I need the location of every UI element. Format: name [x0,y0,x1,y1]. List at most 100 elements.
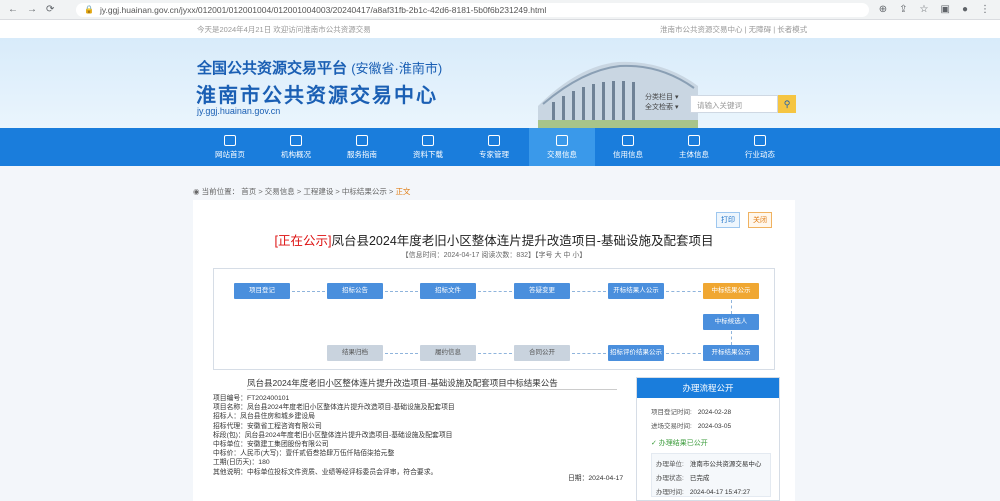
search-select-1[interactable]: 分类栏目 [645,94,673,101]
search-input[interactable]: 请输入关键词 [690,95,778,113]
credit-icon [622,135,634,146]
platform-title: 全国公共资源交易平台 (安徽省·淮南市) [197,57,442,78]
flow-step[interactable]: 开标结果人公示 [608,283,664,299]
nav-item[interactable]: 交易信息 [529,128,595,166]
flow-arrow [385,353,418,354]
profile-icon[interactable]: ● [962,4,968,15]
forward-icon[interactable]: → [27,4,37,15]
side-card-key: 办理状态: [656,475,684,482]
news-icon [754,135,766,146]
side-row-key: 项目登记时间: [651,409,692,416]
flow-step[interactable]: 招标公告 [327,283,383,299]
share-icon[interactable]: ⇪ [899,4,907,15]
breadcrumb-path[interactable]: 首页 > 交易信息 > 工程建设 > 中标结果公示 > [241,187,393,196]
side-row-value: 2024-03-05 [697,423,732,430]
nav-item[interactable]: 机构概况 [263,128,329,166]
trade-icon [556,135,568,146]
flow-step[interactable]: 合同公开 [514,345,570,361]
location-icon: ◉ [193,187,200,196]
flow-step[interactable]: 开标结果公示 [703,345,759,361]
back-icon[interactable]: ← [8,4,18,15]
flow-step[interactable]: 招标评价结果公示 [608,345,664,361]
nav-item[interactable]: 网站首页 [197,128,263,166]
search-select-2[interactable]: 全文检索 [645,104,673,111]
article-title-text: 凤台县2024年度老旧小区整体连片提升改造项目-基础设施及配套项目 [331,234,714,248]
side-row-value: 2024-02-28 [697,409,732,416]
print-button[interactable]: 打印 [716,212,740,228]
flow-arrow [292,291,325,292]
search-button[interactable]: ⚲ [778,95,796,113]
building-icon [290,135,302,146]
nav-item-label: 网站首页 [215,150,245,159]
menu-icon[interactable]: ⋮ [980,4,990,15]
side-panel-header: 办理流程公开 [637,378,779,398]
nav-item[interactable]: 主体信息 [661,128,727,166]
zoom-icon[interactable]: ⊕ [879,4,887,15]
star-icon[interactable]: ☆ [920,4,929,15]
article-tools: 打印 关闭 [716,212,772,228]
lock-icon: 🔒 [84,5,94,14]
nav-item-label: 交易信息 [547,150,577,159]
flow-arrow [478,353,512,354]
process-public-panel: 办理流程公开 项目登记时间: 2024-02-28 进场交易时间: 2024-03-… [636,377,780,501]
flow-step[interactable]: 中标候选人 [703,314,759,330]
side-status: ✓ 办理结果已公开 [651,440,708,447]
topbar-right-links[interactable]: 淮南市公共资源交易中心 | 无障碍 | 长者模式 [660,24,807,35]
article-meta: 【信息时间：2024-04-17 阅读次数：832】【字号 大 中 小】 [401,252,587,259]
search-category-select[interactable]: 分类栏目 ▾ 全文检索 ▾ [645,93,678,113]
main-nav: 网站首页 机构概况 服务指南 资料下载 专家管理 交易信息 信用信息 主体信息 行业动态 [0,128,1000,166]
flow-arrow [572,353,606,354]
side-card-key: 办理时间: [656,489,684,496]
expert-icon [488,135,500,146]
site-banner: 全国公共资源交易平台 (安徽省·淮南市) 淮南市公共资源交易中心 jy.ggj.… [0,38,1000,128]
platform-title-text: 全国公共资源交易平台 [197,60,348,77]
flow-step[interactable]: 答疑变更 [514,283,570,299]
flow-arrow [731,331,732,345]
flow-step[interactable]: 结果归档 [327,345,383,361]
publicity-status: [正在公示] [274,234,332,248]
site-topbar: 今天是2024年4月21日 欢迎访问淮南市公共资源交易 淮南市公共资源交易中心 … [0,20,1000,38]
nav-item-label: 资料下载 [413,150,443,159]
flow-step[interactable]: 项目登记 [234,283,290,299]
browser-toolbar: ← → ⟳ 🔒 jy.ggj.huainan.gov.cn/jyxx/01200… [0,0,1000,20]
nav-item[interactable]: 资料下载 [395,128,461,166]
extensions-icon[interactable]: ▣ [941,4,950,15]
close-button[interactable]: 关闭 [748,212,772,228]
nav-item[interactable]: 行业动态 [727,128,793,166]
flow-step[interactable]: 履约信息 [420,345,476,361]
side-row: 进场交易时间: 2024-03-05 [651,420,731,430]
breadcrumb: ◉ 当前位置： 首页 > 交易信息 > 工程建设 > 中标结果公示 > 正文 [193,186,410,197]
nav-item[interactable]: 信用信息 [595,128,661,166]
subject-icon [688,135,700,146]
side-card-key: 办理单位: [656,461,684,468]
flow-arrow [666,353,701,354]
nav-item-label: 行业动态 [745,150,775,159]
flow-step[interactable]: 招标文件 [420,283,476,299]
process-flowchart: 项目登记 招标公告 招标文件 答疑变更 开标结果人公示 中标结果公示 中标候选人开标结果公示… [213,268,775,370]
nav-item-label: 主体信息 [679,150,709,159]
flow-arrow [666,291,701,292]
side-card-row: 办理状态: 已完成 [656,472,709,482]
document-title: 凤台县2024年度老旧小区整体连片提升改造项目-基础设施及配套项目中标结果公告 [247,377,617,390]
address-bar[interactable]: 🔒 jy.ggj.huainan.gov.cn/jyxx/012001/0120… [76,2,869,17]
reload-icon[interactable]: ⟳ [46,4,54,15]
nav-item-label: 机构概况 [281,150,311,159]
document-date: 日期：2024-04-17 [568,475,624,482]
browser-nav: ← → ⟳ [0,4,70,15]
building-image [538,61,698,128]
nav-item[interactable]: 专家管理 [461,128,527,166]
search-icon: ⚲ [783,99,791,109]
center-title: 淮南市公共资源交易中心 [196,85,438,107]
article-title: [正在公示]凤台县2024年度老旧小区整体连片提升改造项目-基础设施及配套项目 [193,230,795,249]
nav-item-label: 服务指南 [347,150,377,159]
side-card-value: 淮南市公共资源交易中心 [689,461,762,468]
nav-item[interactable]: 服务指南 [329,128,395,166]
url-text: jy.ggj.huainan.gov.cn/jyxx/012001/012001… [99,4,547,15]
flow-step[interactable]: 中标结果公示 [703,283,759,299]
flow-arrow [385,291,418,292]
guide-icon [356,135,368,146]
flow-arrow [572,291,606,292]
platform-region: (安徽省·淮南市) [351,61,443,76]
breadcrumb-current: 正文 [395,187,411,196]
download-icon [422,135,434,146]
